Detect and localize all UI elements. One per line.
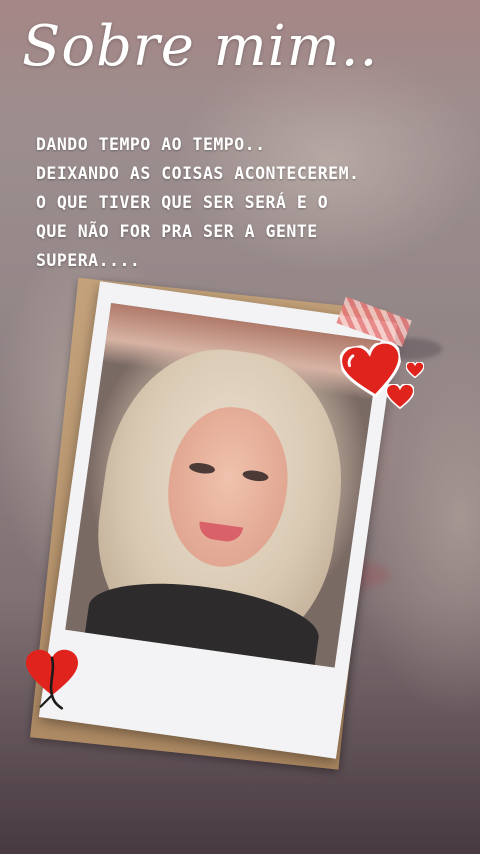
bio-line: QUE NÃO FOR PRA SER A GENTE <box>36 222 318 241</box>
story-canvas: Sobre mim.. DANDO TEMPO AO TEMPO.. DEIXA… <box>0 0 480 854</box>
bio-text: DANDO TEMPO AO TEMPO.. DEIXANDO AS COISA… <box>36 130 456 275</box>
heart-icon[interactable] <box>406 362 424 378</box>
photo-smile <box>197 521 244 544</box>
bio-line: O QUE TIVER QUE SER SERÁ E O <box>36 193 329 212</box>
bio-line: SUPERA.... <box>36 251 141 270</box>
heart-icon[interactable] <box>386 384 414 409</box>
bio-line: DEIXANDO AS COISAS ACONTECEREM. <box>36 164 360 183</box>
heart-icon[interactable] <box>26 648 78 710</box>
bio-line: DANDO TEMPO AO TEMPO.. <box>36 135 266 154</box>
story-title: Sobre mim.. <box>22 14 379 79</box>
photo-eye <box>188 461 216 476</box>
profile-photo <box>65 303 381 668</box>
photo-eye <box>241 469 270 483</box>
